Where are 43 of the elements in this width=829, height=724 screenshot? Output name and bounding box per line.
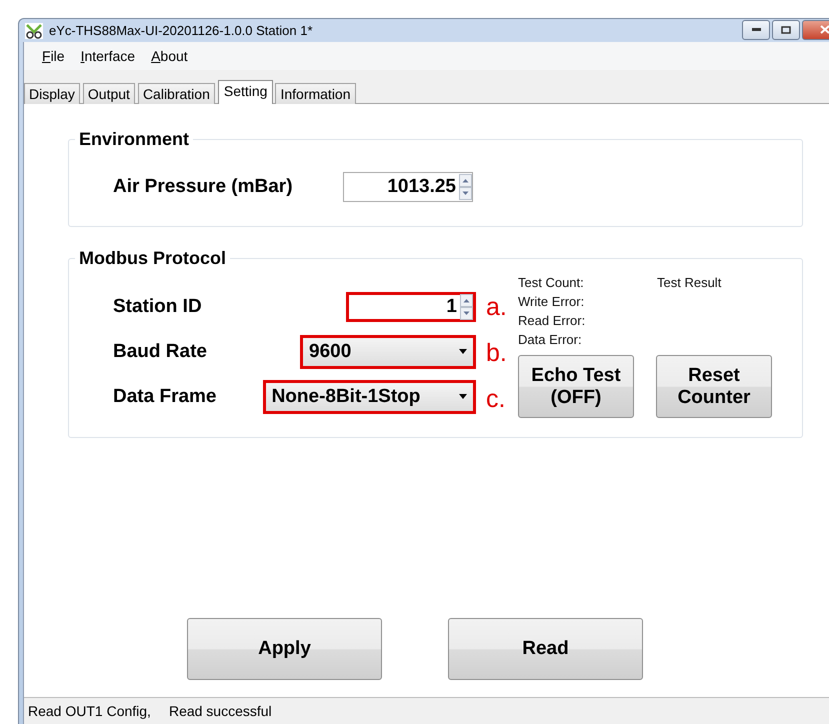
caret-icon [459,349,467,354]
dropdown[interactable]: None-8Bit-1Stop [262,380,476,414]
test-stat-label: Write Error: [518,293,586,311]
annotation-label: c. [486,384,506,415]
dropdown[interactable]: 9600 [300,334,476,368]
minimize-icon [752,28,760,31]
apply-button[interactable]: Apply [187,618,382,680]
group-title: Environment [78,129,190,150]
spin-arrows-icon[interactable] [459,174,472,200]
close-icon [820,25,829,34]
maximize-icon [781,26,791,34]
field-label: Air Pressure (mBar) [113,176,294,198]
annotation-label: a. [486,292,508,323]
spin-arrows-icon[interactable] [460,294,473,320]
test-stat-label: Test Count: [518,274,585,292]
test-stat-label: Data Error: [518,331,583,349]
menu-item[interactable]: Interface [72,45,144,67]
window-title: eYc-THS88Max-UI-20201126-1.0.0 Station 1* [49,23,313,38]
menu-item[interactable]: About [143,45,196,67]
tab[interactable]: Output [82,83,135,104]
status-text: Read OUT1 Config, [28,703,151,719]
caret-icon [459,394,467,399]
annotation-label: b. [486,338,508,369]
read-button[interactable]: Read [448,618,643,680]
test-result-label: Test Result [657,275,722,290]
group-title: Modbus Protocol [78,248,227,269]
tab[interactable]: Information [275,83,356,104]
reset-counter-button[interactable]: Reset Counter [656,355,772,418]
echo-test-button[interactable]: Echo Test (OFF) [518,355,634,418]
app-logo-icon [25,22,43,38]
minimize-button[interactable] [742,20,770,40]
tab[interactable]: Setting [218,80,274,104]
spin-field[interactable]: 1 [346,292,476,322]
test-stat-label: Read Error: [518,312,586,330]
field-label: Data Frame [113,386,218,408]
tab[interactable]: Display [24,83,80,104]
status-text: Read successful [168,703,272,719]
maximize-button[interactable] [772,20,800,40]
field-label: Baud Rate [113,340,208,362]
menu-item[interactable]: File [34,45,73,67]
tab[interactable]: Calibration [138,83,215,104]
spin-field[interactable]: 1013.25 [343,172,473,202]
field-label: Station ID [113,296,203,318]
